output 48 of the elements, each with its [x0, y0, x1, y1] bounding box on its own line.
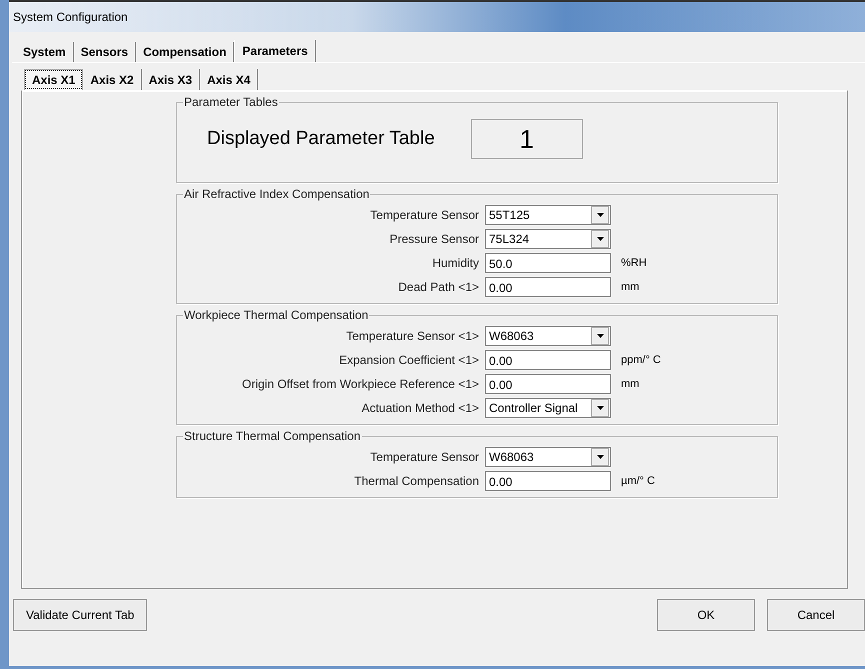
dropdown-arrow-icon: [596, 213, 604, 217]
group-title: Workpiece Thermal Compensation: [183, 308, 370, 322]
unit-label: mm: [620, 378, 640, 390]
tab[interactable]: System: [16, 42, 74, 62]
tab[interactable]: Parameters: [234, 40, 316, 62]
window-title: System Configuration: [13, 10, 128, 24]
axis-tab[interactable]: Axis X1: [24, 69, 84, 90]
field-label: Temperature Sensor: [369, 208, 479, 222]
input-field[interactable]: 0.00: [485, 471, 611, 491]
group-title: Structure Thermal Compensation: [183, 429, 362, 443]
dropdown[interactable]: W68063: [485, 447, 611, 467]
unit-label: µm/° C: [620, 475, 656, 487]
input-field[interactable]: 0.00: [485, 350, 611, 370]
field-label: Humidity: [431, 256, 479, 270]
field-label: Pressure Sensor: [388, 232, 479, 246]
unit-label: mm: [620, 281, 640, 293]
input-field[interactable]: 0.00: [485, 374, 611, 394]
input-field[interactable]: 50.0: [485, 253, 611, 273]
dropdown-arrow-icon: [596, 334, 604, 338]
dropdown[interactable]: Controller Signal: [485, 398, 611, 418]
field-label: Temperature Sensor: [369, 450, 479, 464]
dropdown-arrow-icon: [596, 406, 604, 410]
validate-button[interactable]: Validate Current Tab: [13, 599, 148, 631]
unit-label: ppm/° C: [620, 354, 662, 366]
dropdown[interactable]: 75L324: [485, 229, 611, 249]
field-label: Actuation Method <1>: [360, 401, 479, 415]
field-label: Thermal Compensation: [353, 474, 479, 488]
cancel-button[interactable]: Cancel: [767, 599, 865, 631]
dropdown-arrow-icon: [596, 237, 604, 241]
field-label: Temperature Sensor <1>: [345, 329, 479, 343]
field-label: Displayed Parameter Table: [207, 128, 435, 150]
tab[interactable]: Compensation: [136, 42, 234, 62]
tab[interactable]: Sensors: [74, 42, 136, 62]
dropdown[interactable]: 55T125: [485, 205, 611, 225]
field-label: Origin Offset from Workpiece Reference <1>: [241, 377, 479, 391]
ok-button[interactable]: OK: [657, 599, 755, 631]
group-title: Parameter Tables: [183, 95, 279, 109]
axis-tab[interactable]: Axis X3: [142, 69, 200, 90]
dropdown[interactable]: W68063: [485, 326, 611, 346]
dropdown-arrow-icon: [596, 455, 604, 459]
axis-tab[interactable]: Axis X2: [83, 69, 142, 90]
group-title: Air Refractive Index Compensation: [183, 187, 370, 201]
field-label: Dead Path <1>: [397, 280, 479, 294]
input-field[interactable]: 0.00: [485, 277, 611, 297]
unit-label: %RH: [620, 257, 648, 269]
axis-tab[interactable]: Axis X4: [200, 69, 258, 90]
field-label: Expansion Coefficient <1>: [338, 353, 479, 367]
table-number-display: 1: [470, 119, 583, 159]
